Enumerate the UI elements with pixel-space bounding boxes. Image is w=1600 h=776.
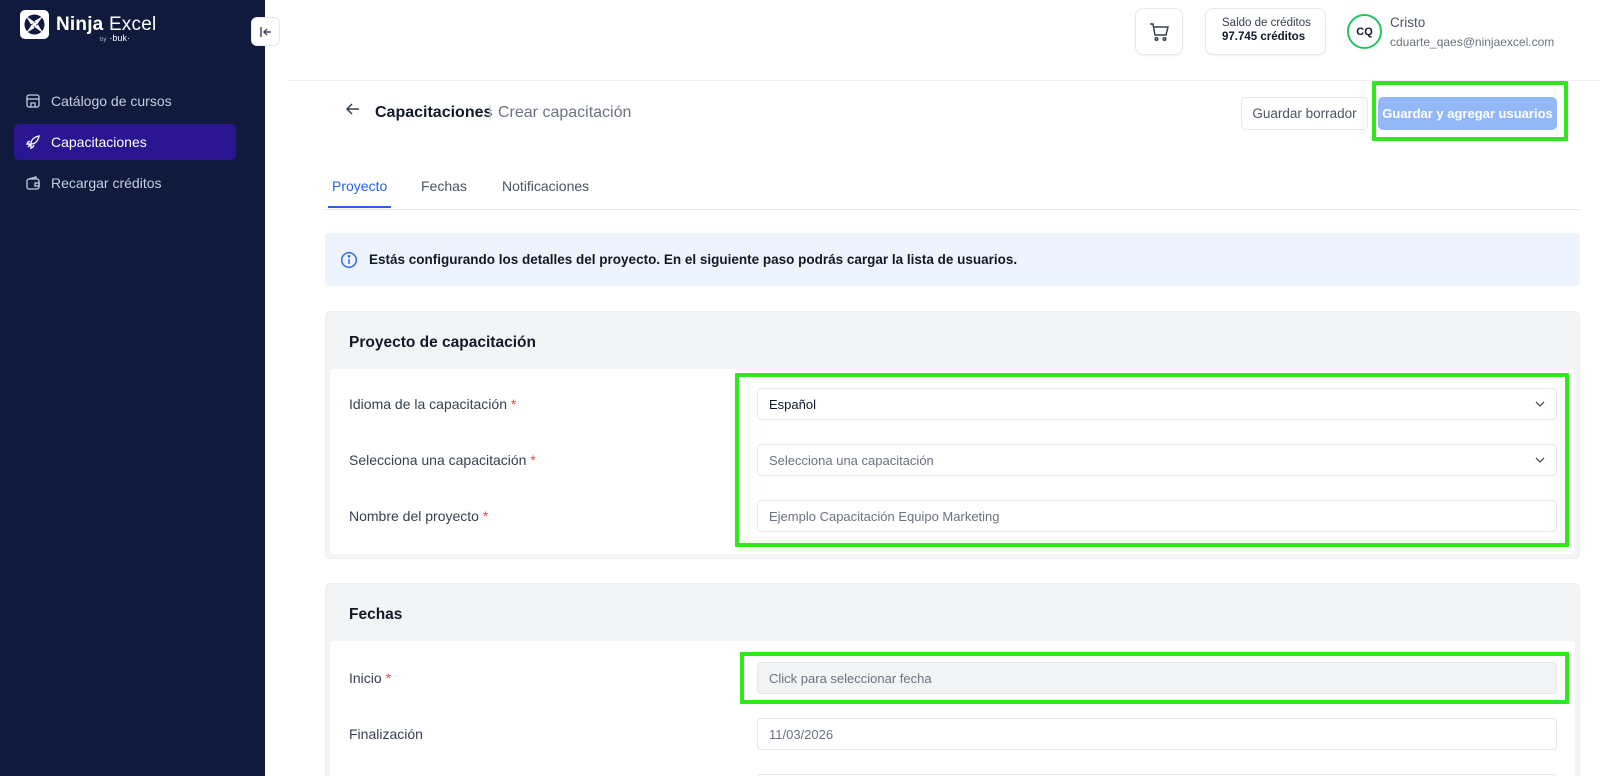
wallet-icon [24, 174, 42, 192]
section-body: Inicio * Click para seleccionar fecha Fi… [330, 641, 1575, 776]
cart-icon [1150, 22, 1169, 41]
label-text: Idioma de la capacitación [349, 396, 507, 412]
project-name-input[interactable]: Ejemplo Capacitación Equipo Marketing [757, 500, 1557, 532]
rocket-icon [24, 133, 42, 151]
sidebar: Ninja Excel by ·buk· Catálogo de cursos C… [0, 0, 265, 776]
required-mark: * [385, 670, 392, 686]
avatar[interactable]: CQ [1347, 14, 1382, 49]
user-email: cduarte_qaes@ninjaexcel.com [1390, 35, 1555, 49]
sidebar-item-recargar[interactable]: Recargar créditos [14, 165, 236, 201]
chevron-down-icon [1535, 401, 1545, 407]
back-arrow-icon[interactable] [345, 101, 361, 122]
label-text: Nombre del proyecto [349, 508, 479, 524]
brand-by: by ·buk· [100, 33, 130, 43]
info-banner: Estás configurando los detalles del proy… [325, 233, 1580, 286]
credits-balance[interactable]: Saldo de créditos 97.745 créditos [1205, 8, 1326, 55]
store-icon [24, 92, 42, 110]
ninja-logo-icon [20, 10, 49, 39]
brand-logo[interactable]: Ninja Excel [20, 10, 156, 39]
save-and-add-users-button[interactable]: Guardar y agregar usuarios [1378, 97, 1557, 130]
required-mark: * [510, 396, 517, 412]
user-name: Cristo [1390, 15, 1426, 30]
sidebar-nav: Catálogo de cursos Capacitaciones Recarg… [14, 83, 236, 206]
info-icon [340, 251, 358, 268]
brand-by-name: ·buk· [109, 33, 130, 43]
sidebar-item-label: Capacitaciones [51, 134, 147, 150]
section-body: Idioma de la capacitación * Español Sele… [330, 369, 1575, 554]
brand-name-light: Excel [108, 14, 157, 35]
label-text: Selecciona una capacitación [349, 452, 527, 468]
field-label-idioma: Idioma de la capacitación * [349, 396, 516, 412]
brand-name-bold: Ninja [56, 14, 104, 35]
collapse-sidebar-button[interactable] [251, 17, 280, 46]
collapse-icon [259, 26, 271, 37]
credits-label: Saldo de créditos [1222, 17, 1311, 29]
tab-proyecto[interactable]: Proyecto [328, 178, 392, 208]
project-section: Proyecto de capacitación Idioma de la ca… [325, 311, 1580, 559]
tab-bar: Proyecto Fechas Notificaciones [325, 173, 1580, 210]
required-mark: * [482, 508, 489, 524]
training-select-placeholder: Selecciona una capacitación [769, 452, 934, 468]
project-name-placeholder: Ejemplo Capacitación Equipo Marketing [769, 508, 1000, 524]
label-text: Inicio [349, 670, 382, 686]
save-draft-button[interactable]: Guardar borrador [1241, 97, 1368, 130]
start-date-placeholder: Click para seleccionar fecha [769, 670, 932, 686]
end-date-value: 11/03/2026 [769, 726, 834, 742]
section-title: Fechas [349, 606, 403, 623]
language-select-value: Español [769, 396, 816, 412]
credits-value: 97.745 créditos [1222, 31, 1306, 43]
start-date-input[interactable]: Click para seleccionar fecha [757, 662, 1557, 694]
breadcrumb-separator: | [488, 103, 493, 120]
end-date-input[interactable]: 11/03/2026 [757, 718, 1557, 750]
info-text: Estás configurando los detalles del proy… [369, 252, 1018, 267]
tab-fechas[interactable]: Fechas [421, 178, 467, 206]
cart-button[interactable] [1135, 8, 1183, 55]
field-label-nombre: Nombre del proyecto * [349, 508, 488, 524]
training-select[interactable]: Selecciona una capacitación [757, 444, 1557, 476]
language-select[interactable]: Español [757, 388, 1557, 420]
sidebar-item-label: Recargar créditos [51, 175, 162, 191]
app: Ninja Excel by ·buk· Catálogo de cursos C… [0, 0, 1600, 776]
brand-by-prefix: by [100, 37, 107, 43]
sidebar-item-label: Catálogo de cursos [51, 93, 172, 109]
required-mark: * [530, 452, 536, 468]
field-label-finalizacion: Finalización [349, 726, 423, 742]
label-text: Finalización [349, 726, 423, 742]
field-label-capacitacion: Selecciona una capacitación * [349, 452, 536, 468]
top-header: Saldo de créditos 97.745 créditos CQ Cri… [287, 0, 1600, 81]
dates-section: Fechas Inicio * Click para seleccionar f… [325, 583, 1580, 776]
sidebar-item-capacitaciones[interactable]: Capacitaciones [14, 124, 236, 160]
chevron-down-icon [1535, 457, 1545, 463]
page-title: Crear capacitación [498, 104, 632, 121]
field-label-inicio: Inicio * [349, 670, 391, 686]
section-title: Proyecto de capacitación [349, 334, 536, 351]
sidebar-item-catalogo[interactable]: Catálogo de cursos [14, 83, 236, 119]
breadcrumb-capacitaciones[interactable]: Capacitaciones [375, 104, 492, 122]
tab-notificaciones[interactable]: Notificaciones [502, 178, 589, 206]
